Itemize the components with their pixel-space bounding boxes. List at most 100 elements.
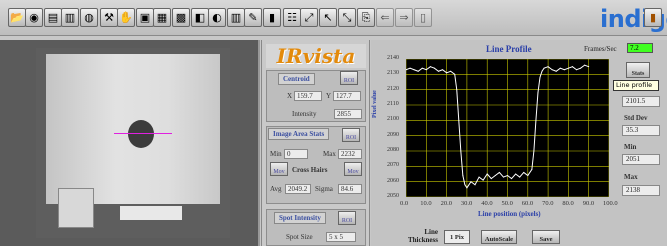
histogram-icon[interactable]: ▥: [227, 8, 245, 27]
profile-point: [559, 67, 561, 69]
frames-per-sec-field: 7.2: [627, 43, 653, 53]
spot-roi-button[interactable]: ROI: [338, 211, 356, 225]
bars-icon[interactable]: ▮: [263, 8, 281, 27]
std-dev-field: 35.3: [622, 125, 660, 136]
grab-icon[interactable]: ✋: [117, 8, 135, 27]
profile-point: [543, 67, 545, 69]
profile-point: [409, 67, 411, 69]
line-profile-plot[interactable]: [406, 59, 609, 197]
profile-point: [470, 181, 472, 183]
y-axis-label: Pixel value: [372, 90, 378, 118]
save-as-icon[interactable]: ▥: [61, 8, 79, 27]
profile-point: [494, 175, 496, 177]
max-profile-label: Max: [624, 173, 638, 181]
disk-icon[interactable]: ◍: [80, 8, 98, 27]
save-profile-button[interactable]: Save: [532, 230, 560, 244]
y-tick-label: 2120: [387, 85, 399, 92]
profile-point: [490, 178, 492, 180]
sigma-field: 84.6: [338, 184, 362, 194]
zoom-icon[interactable]: ⤢: [300, 8, 318, 27]
profile-point: [523, 171, 525, 173]
line-profile-title: Line Profile: [486, 44, 532, 54]
centroid-x-label: X: [287, 92, 293, 100]
profile-point: [464, 184, 466, 186]
line-thickness-field[interactable]: 1 Pix: [444, 230, 470, 244]
profile-point: [571, 66, 573, 68]
profile-point: [511, 178, 513, 180]
profile-point: [547, 66, 549, 68]
frames-per-sec-label: Frames/Sec: [584, 45, 617, 53]
cross-hairs-label: Cross Hairs: [292, 166, 328, 174]
avg-field: 2049.2: [285, 184, 311, 194]
arrow-left-icon[interactable]: ⇐: [376, 8, 394, 27]
autoscale-button[interactable]: AutoScale: [481, 230, 517, 244]
open-folder-icon[interactable]: 📂: [8, 8, 26, 27]
channels-icon[interactable]: ☷: [283, 8, 301, 27]
y-tick-label: 2130: [387, 70, 399, 77]
profile-point: [456, 89, 458, 91]
profile-point: [576, 69, 578, 71]
profile-point: [567, 67, 569, 69]
centroid-y-field: 127.7: [333, 91, 361, 101]
profile-point: [482, 179, 484, 181]
spot-size-field[interactable]: 5 x 5: [326, 232, 356, 242]
pan-icon[interactable]: ⤡: [338, 8, 356, 27]
exit-button[interactable]: ▮: [644, 8, 662, 27]
profile-point: [413, 69, 415, 71]
camera-icon[interactable]: ◉: [25, 8, 43, 27]
cross-hairs-mov-right-button[interactable]: Mov: [344, 162, 362, 176]
image-area-stats-title: Image Area Stats: [268, 128, 330, 140]
x-tick-label: 40.0: [481, 200, 493, 207]
std-dev-label: Std Dev: [624, 114, 648, 122]
image-icon[interactable]: ▦: [153, 8, 171, 27]
y-tick-label: 2140: [387, 55, 399, 61]
cross-hairs-mov-left-button[interactable]: Mov: [270, 162, 288, 176]
profile-series-line: [406, 64, 589, 189]
profile-point: [507, 175, 508, 177]
save-icon[interactable]: ▤: [44, 8, 62, 27]
x-tick-label: 100.0: [603, 200, 618, 207]
profile-point: [433, 67, 435, 69]
x-tick-label: 10.0: [420, 200, 432, 207]
x-tick-label: 0.0: [400, 200, 409, 207]
min-profile-field: 2051: [622, 154, 660, 165]
profile-point: [437, 70, 439, 72]
x-axis-label: Line position (pixels): [478, 210, 541, 218]
palette-icon[interactable]: ◐: [208, 8, 226, 27]
intensity-field: 2855: [334, 109, 362, 119]
profile-point: [584, 64, 586, 66]
cursor-icon[interactable]: ↖: [319, 8, 337, 27]
stats-button[interactable]: Stats: [626, 62, 650, 78]
min-field: 0: [284, 149, 308, 159]
document-icon[interactable]: ▯: [414, 8, 432, 27]
arrow-right-icon[interactable]: ⇒: [395, 8, 413, 27]
centroid-title: Centroid: [278, 73, 315, 85]
profile-point: [462, 175, 464, 177]
centroid-x-field: 159.7: [294, 91, 322, 101]
overlay-icon[interactable]: ◧: [191, 8, 209, 27]
frame-icon[interactable]: ▣: [136, 8, 154, 27]
profile-line[interactable]: [114, 133, 172, 134]
line-profile-tooltip: Line profile: [613, 80, 659, 91]
irvista-text: IRvista: [276, 44, 356, 68]
x-tick-label: 50.0: [501, 200, 513, 207]
tools-icon[interactable]: ⚒: [100, 8, 118, 27]
x-tick-label: 20.0: [440, 200, 452, 207]
x-tick-label: 30.0: [460, 200, 473, 207]
profile-point: [466, 187, 468, 189]
export-icon[interactable]: ⎘: [357, 8, 375, 27]
grid-icon[interactable]: ▩: [172, 8, 190, 27]
y-tick-label: 2080: [387, 147, 399, 153]
y-tick-label: 2110: [387, 101, 399, 107]
bucket-icon[interactable]: ✎: [244, 8, 262, 27]
profile-point: [417, 70, 419, 72]
y-tick-label: 2070: [387, 162, 399, 169]
profile-point: [539, 76, 541, 78]
avg-label: Avg: [270, 185, 282, 193]
profile-point: [458, 119, 460, 121]
target-hole: [128, 120, 154, 148]
area-roi-button[interactable]: ROI: [342, 128, 360, 142]
y-tick-label: 2100: [387, 116, 399, 123]
profile-point: [551, 69, 553, 71]
centroid-roi-button[interactable]: ROI: [340, 71, 358, 85]
